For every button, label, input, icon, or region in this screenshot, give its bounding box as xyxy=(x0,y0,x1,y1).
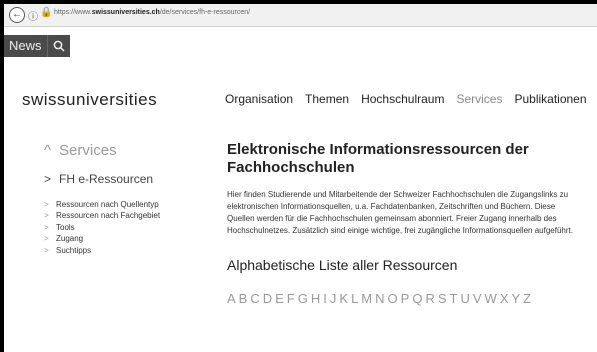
az-list-title: Alphabetische Liste aller Ressourcen xyxy=(227,257,458,273)
sidebar-subitem-label: Zugang xyxy=(56,234,84,244)
back-arrow-icon[interactable]: ← xyxy=(9,7,25,23)
news-link[interactable]: News xyxy=(4,35,47,57)
main-nav: Organisation Themen Hochschulraum Services P… xyxy=(225,92,587,106)
letter-link[interactable]: J xyxy=(330,291,337,306)
info-icon[interactable]: ⓘ xyxy=(28,8,38,23)
chevron-right-icon: > xyxy=(44,172,52,186)
letter-link[interactable]: B xyxy=(239,291,248,306)
intro-text: Hier finden Studierende und Mitarbeitend… xyxy=(227,190,573,235)
letter-link[interactable]: P xyxy=(401,291,410,306)
nav-item-hochschulraum[interactable]: Hochschulraum xyxy=(361,92,444,106)
sidebar-subnav: > Ressourcen nach Quellentyp > Ressourcen n… xyxy=(44,199,160,256)
browser-address-bar: ← ⓘ 🔒 https://www.swissuniversities.ch/d… xyxy=(4,4,597,27)
nav-item-publikationen[interactable]: Publikationen xyxy=(514,92,586,106)
letter-link[interactable]: D xyxy=(263,291,272,306)
url-prefix: https://www. xyxy=(54,9,92,16)
letter-link[interactable]: A xyxy=(227,291,236,306)
letter-link[interactable]: K xyxy=(339,291,348,306)
site-logo[interactable]: swissuniversities xyxy=(22,90,157,110)
sidebar-subitem[interactable]: > Suchtipps xyxy=(44,245,160,256)
letter-link[interactable]: Y xyxy=(511,291,520,306)
alphabet-index: ABCDEFGHIJKLMNOPQRSTUVWXYZ xyxy=(227,291,582,306)
nav-item-organisation[interactable]: Organisation xyxy=(225,92,293,106)
url-field[interactable]: https://www.swissuniversities.ch/de/serv… xyxy=(54,9,250,16)
url-path: /de/services/fh-e-ressourcen/ xyxy=(159,9,251,16)
sidebar-subitem-label: Tools xyxy=(56,222,75,232)
chevron-right-icon: > xyxy=(44,234,49,244)
letter-link[interactable]: H xyxy=(311,291,320,306)
letter-link[interactable]: Q xyxy=(412,291,422,306)
letter-link[interactable]: I xyxy=(323,291,327,306)
letter-link[interactable]: R xyxy=(425,291,434,306)
search-icon[interactable] xyxy=(46,35,70,57)
sidebar-section-label: Services xyxy=(59,142,117,159)
letter-link[interactable]: Z xyxy=(523,291,531,306)
sidebar-section-services[interactable]: ^ Services xyxy=(44,142,117,159)
letter-link[interactable]: U xyxy=(460,291,469,306)
sidebar-subitem-label: Ressourcen nach Fachgebiet xyxy=(56,211,161,221)
letter-link[interactable]: V xyxy=(473,291,482,306)
letter-link[interactable]: G xyxy=(298,291,308,306)
letter-link[interactable]: M xyxy=(361,291,372,306)
sidebar-subitem[interactable]: > Zugang xyxy=(44,233,160,244)
nav-item-services[interactable]: Services xyxy=(456,92,502,106)
url-domain: swissuniversities.ch xyxy=(91,9,160,16)
letter-link[interactable]: S xyxy=(438,291,447,306)
lock-icon: 🔒 xyxy=(40,7,53,18)
sidebar-subitem-label: Suchtipps xyxy=(56,245,92,255)
sidebar-item-fh-e-ressourcen[interactable]: > FH e-Ressourcen xyxy=(44,172,153,186)
letter-link[interactable]: F xyxy=(287,291,295,306)
sidebar-subitem[interactable]: > Ressourcen nach Quellentyp xyxy=(44,199,160,210)
main-content: Elektronische Informationsressourcen der… xyxy=(227,141,582,306)
letter-link[interactable]: X xyxy=(500,291,509,306)
news-bar: News xyxy=(4,35,70,57)
letter-link[interactable]: W xyxy=(485,291,497,306)
page: ← ⓘ 🔒 https://www.swissuniversities.ch/d… xyxy=(4,4,597,352)
letter-link[interactable]: T xyxy=(450,291,458,306)
page-title: Elektronische Informationsressourcen der… xyxy=(227,141,529,176)
chevron-right-icon: > xyxy=(44,200,49,209)
chevron-right-icon: > xyxy=(44,245,49,255)
letter-link[interactable]: C xyxy=(250,291,259,306)
sidebar-subitem[interactable]: > Tools xyxy=(44,222,160,233)
chevron-right-icon: > xyxy=(44,222,49,232)
sidebar-subitem[interactable]: > Ressourcen nach Fachgebiet xyxy=(44,210,160,221)
letter-link[interactable]: E xyxy=(275,291,284,306)
letter-link[interactable]: O xyxy=(388,291,398,306)
chevron-right-icon: > xyxy=(44,211,49,221)
nav-item-themen[interactable]: Themen xyxy=(305,92,349,106)
letter-link[interactable]: L xyxy=(351,291,358,306)
sidebar-current-label: FH e-Ressourcen xyxy=(59,172,154,186)
letter-link[interactable]: N xyxy=(375,291,384,306)
sidebar-subitem-label: Ressourcen nach Quellentyp xyxy=(56,200,159,209)
chevron-up-icon: ^ xyxy=(44,142,52,159)
